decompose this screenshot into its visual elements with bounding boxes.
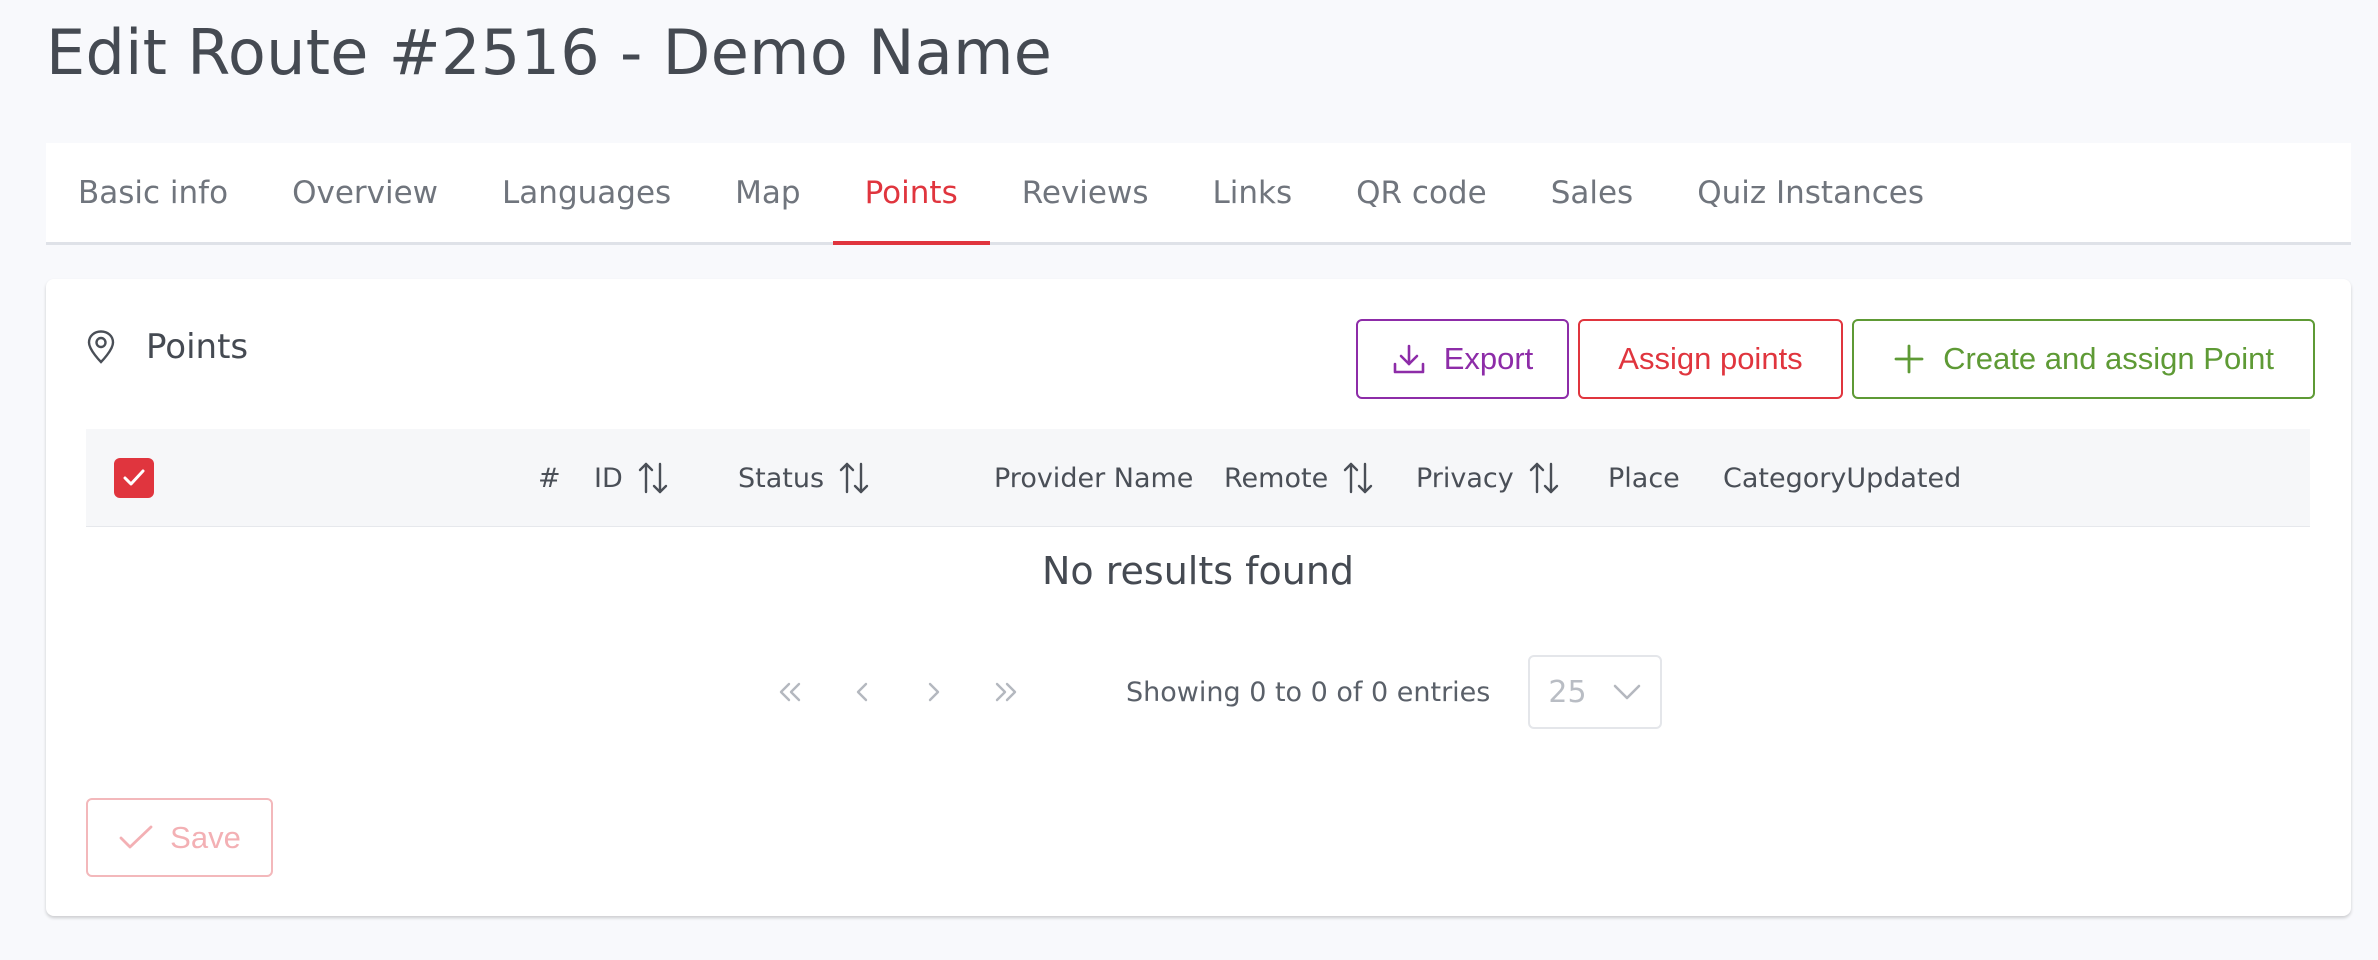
tab-languages[interactable]: Languages <box>470 143 703 242</box>
export-button[interactable]: Export <box>1356 319 1569 399</box>
last-page-icon[interactable] <box>988 674 1024 710</box>
assign-points-label: Assign points <box>1618 341 1803 376</box>
column-place: Place <box>1608 429 1680 527</box>
column-provider-label: Provider Name <box>994 462 1194 494</box>
card-header: Points <box>86 317 248 377</box>
entries-summary: Showing 0 to 0 of 0 entries <box>1126 676 1491 708</box>
column-category-updated: CategoryUpdated <box>1723 429 1961 527</box>
column-status-label: Status <box>738 462 825 494</box>
tab-reviews[interactable]: Reviews <box>990 143 1181 242</box>
column-status[interactable]: Status <box>738 429 870 527</box>
route-tabs: Basic info Overview Languages Map Points… <box>46 143 2351 245</box>
download-icon <box>1392 342 1426 376</box>
column-remote[interactable]: Remote <box>1224 429 1374 527</box>
column-category-updated-label: CategoryUpdated <box>1723 462 1962 494</box>
next-page-icon[interactable] <box>916 674 952 710</box>
save-button[interactable]: Save <box>86 798 273 877</box>
select-all-checkbox[interactable] <box>114 458 154 498</box>
save-label: Save <box>170 819 241 855</box>
column-provider-name: Provider Name <box>994 429 1193 527</box>
tab-qr-code[interactable]: QR code <box>1324 143 1519 242</box>
sort-icon[interactable] <box>637 461 669 495</box>
create-assign-point-button[interactable]: Create and assign Point <box>1852 319 2315 399</box>
page-size-select[interactable]: 25 <box>1528 655 1663 729</box>
column-place-label: Place <box>1608 462 1680 494</box>
map-pin-icon <box>86 330 116 364</box>
chevron-down-icon <box>1614 684 1641 700</box>
sort-icon[interactable] <box>838 461 870 495</box>
check-icon <box>118 824 154 852</box>
column-number-label: # <box>538 462 561 494</box>
tab-overview[interactable]: Overview <box>260 143 470 242</box>
table-header: # ID Status Provider Name Remote Privacy… <box>86 429 2310 527</box>
page-size-value: 25 <box>1548 674 1587 710</box>
plus-icon <box>1893 343 1925 375</box>
empty-results-message: No results found <box>1041 549 1355 593</box>
column-privacy[interactable]: Privacy <box>1416 429 1560 527</box>
card-title: Points <box>146 327 249 367</box>
tab-quiz-instances[interactable]: Quiz Instances <box>1665 143 1956 242</box>
create-assign-point-label: Create and assign Point <box>1943 341 2274 376</box>
pagination: Showing 0 to 0 of 0 entries 25 <box>772 655 1663 729</box>
tab-map[interactable]: Map <box>703 143 832 242</box>
sort-icon[interactable] <box>1528 461 1560 495</box>
column-privacy-label: Privacy <box>1416 462 1514 494</box>
check-icon <box>123 469 145 486</box>
column-remote-label: Remote <box>1224 462 1329 494</box>
column-id[interactable]: ID <box>594 429 669 527</box>
column-id-label: ID <box>594 462 623 494</box>
tab-basic-info[interactable]: Basic info <box>46 143 260 242</box>
page-title: Edit Route #2516 - Demo Name <box>46 16 1053 89</box>
first-page-icon[interactable] <box>772 674 808 710</box>
previous-page-icon[interactable] <box>844 674 880 710</box>
points-card: Points Export Assign points Create and a… <box>46 279 2351 916</box>
tab-points[interactable]: Points <box>832 143 990 245</box>
export-label: Export <box>1443 341 1534 376</box>
tab-links[interactable]: Links <box>1180 143 1324 242</box>
tab-sales[interactable]: Sales <box>1519 143 1666 242</box>
assign-points-button[interactable]: Assign points <box>1578 319 1843 399</box>
sort-icon[interactable] <box>1342 461 1374 495</box>
column-number: # <box>538 429 561 527</box>
